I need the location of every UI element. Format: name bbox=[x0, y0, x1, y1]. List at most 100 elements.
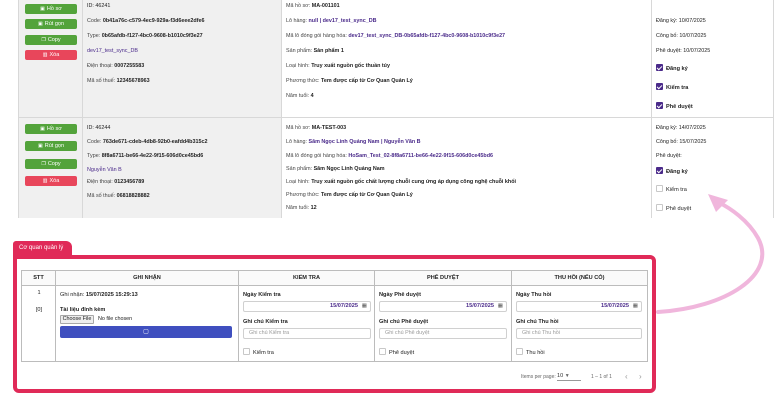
copy-button[interactable]: ❐ Copy bbox=[25, 35, 77, 45]
rut-gon-button[interactable]: ▣ Rút gọn bbox=[25, 141, 77, 151]
ho-so-button[interactable]: ▣ Hồ sơ bbox=[25, 4, 77, 14]
calendar-icon[interactable]: ▦ bbox=[633, 302, 638, 311]
dang-ky-checkbox[interactable]: Đăng ký bbox=[656, 167, 688, 175]
header-phe-duyet: PHÊ DUYỆT bbox=[375, 271, 512, 286]
chevron-down-icon: ▼ bbox=[564, 373, 570, 379]
record-owner[interactable]: dev17_test_sync_DB bbox=[87, 48, 138, 54]
san-pham: Sản phẩm: Sâm Ngọc Linh Quảng Nam bbox=[286, 166, 385, 172]
check-icon bbox=[656, 102, 663, 109]
copy-icon: ❐ bbox=[41, 161, 46, 167]
san-pham: Sản phẩm: Sản phẩm 1 bbox=[286, 48, 344, 54]
paginator: Items per page: 10 ▼ 1 – 1 of 1 ‹ › bbox=[21, 368, 648, 386]
kiem-tra-checkbox[interactable]: Kiểm tra bbox=[656, 83, 688, 91]
ngay-cong-bo: Công bố: 10/07/2025 bbox=[656, 33, 707, 39]
ngay-dang-ky: Đăng ký: 14/07/2025 bbox=[656, 125, 706, 131]
record-type: Type: 8f8a6711-be66-4e22-9f15-606d0ce45b… bbox=[87, 153, 204, 159]
co-quan-quan-ly-tab[interactable]: Cơ quan quản lý bbox=[13, 241, 73, 256]
check-icon bbox=[656, 83, 663, 90]
prev-page-button[interactable]: ‹ bbox=[625, 372, 628, 381]
ngay-phe-duyet: Phê duyệt: bbox=[656, 153, 682, 159]
ngay-phe-duyet: Phê duyệt: 10/07/2025 bbox=[656, 48, 711, 54]
table-row: ▣ Hồ sơ ▣ Rút gọn ❐ Copy ▥ Xóa ID: 46241 Cod… bbox=[19, 0, 773, 118]
calendar-icon[interactable]: ▦ bbox=[362, 302, 367, 311]
approval-table: STT GHI NHẬN KIỂM TRA PHÊ DUYỆT THU HỒI … bbox=[21, 270, 648, 362]
delete-button[interactable]: ▥ Xóa bbox=[25, 176, 77, 186]
header-stt: STT bbox=[22, 271, 56, 286]
nam-tuoi: Năm tuổi: 4 bbox=[286, 93, 314, 99]
ma-ho-so: Mã hồ sơ: MA-TEST-003 bbox=[286, 125, 347, 131]
check-icon bbox=[656, 64, 663, 71]
actions-cell: ▣ Hồ sơ ▣ Rút gọn ❐ Copy ▥ Xóa bbox=[19, 0, 83, 117]
collapse-icon: ▣ bbox=[38, 143, 43, 149]
items-per-page-label: Items per page: bbox=[521, 374, 556, 380]
ghi-chu-thu-hoi-label: Ghi chú Thu hồi bbox=[516, 319, 559, 325]
ngay-dang-ky: Đăng ký: 10/07/2025 bbox=[656, 18, 706, 24]
ghi-chu-kiem-tra-label: Ghi chú Kiểm tra bbox=[243, 319, 288, 325]
kiem-tra-checkbox[interactable]: Kiểm tra bbox=[243, 348, 274, 356]
lo-hang: Lô hàng: Sâm Ngọc Linh Quảng Nam | Nguyễ… bbox=[286, 139, 421, 145]
stt-cell: 1 [0] bbox=[22, 286, 56, 361]
status-cell: Đăng ký: 10/07/2025 Công bố: 10/07/2025 … bbox=[652, 0, 773, 117]
nam-tuoi: Năm tuổi: 12 bbox=[286, 205, 317, 211]
kiem-tra-cell: Ngày Kiểm tra 15/07/2025 ▦ Ghi chú Kiểm t… bbox=[239, 286, 375, 361]
header-ghi-nhan: GHI NHẬN bbox=[56, 271, 239, 286]
phuong-thuc: Phương thức: Tem được cấp từ Cơ Quan Quả… bbox=[286, 78, 413, 84]
ma-lo: Mã lô đóng gói hàng hóa: dev17_test_sync… bbox=[286, 33, 506, 39]
loai-hinh: Loại hình: Truy xuất nguồn gốc thuần túy bbox=[286, 63, 390, 69]
record-type: Type: 0b65afdb-f127-4bc0-9608-b1010c9f3e… bbox=[87, 33, 203, 39]
items-per-page-select[interactable]: 10 ▼ bbox=[557, 371, 581, 381]
ghi-nhan-time: Ghi nhận: 15/07/2025 15:29:13 bbox=[60, 292, 138, 298]
ghi-nhan-cell: Ghi nhận: 15/07/2025 15:29:13 Tài liệu đ… bbox=[56, 286, 239, 361]
calendar-icon[interactable]: ▦ bbox=[498, 302, 503, 311]
trash-icon: ▥ bbox=[42, 52, 48, 58]
upload-button[interactable]: ▢ bbox=[60, 326, 232, 338]
loai-hinh: Loại hình: Truy xuất nguồn gốc chất lượn… bbox=[286, 179, 516, 185]
ngay-kiem-tra-input[interactable]: 15/07/2025 ▦ bbox=[243, 301, 371, 312]
choose-file-button[interactable]: Choose File bbox=[60, 315, 94, 324]
ghi-chu-thu-hoi-input[interactable]: Ghi chú Thu hồi bbox=[516, 328, 642, 339]
folder-icon: ▣ bbox=[40, 126, 45, 132]
lo-hang: Lô hàng: null | dev17_test_sync_DB bbox=[286, 18, 377, 24]
tai-lieu-label: Tài liệu đính kèm bbox=[60, 307, 106, 313]
record-owner[interactable]: Nguyễn Văn B bbox=[87, 167, 122, 173]
next-page-button[interactable]: › bbox=[639, 372, 642, 381]
document-icon: ▢ bbox=[143, 329, 149, 335]
checkbox-empty-icon bbox=[379, 348, 386, 355]
detail-cell: Mã hồ sơ: MA-001101 Lô hàng: null | dev1… bbox=[282, 0, 652, 117]
ma-lo: Mã lô đóng gói hàng hóa: HoSam_Test_02-8… bbox=[286, 153, 493, 159]
record-phone: Điện thoại: 0123456789 bbox=[87, 179, 145, 185]
phe-duyet-cell: Ngày Phê duyệt 15/07/2025 ▦ Ghi chú Phê d… bbox=[375, 286, 512, 361]
detail-cell: Mã hồ sơ: MA-TEST-003 Lô hàng: Sâm Ngọc … bbox=[282, 118, 652, 218]
ghi-chu-phe-duyet-label: Ghi chú Phê duyệt bbox=[379, 319, 429, 325]
actions-cell: ▣ Hồ sơ ▣ Rút gọn ❐ Copy ▥ Xóa bbox=[19, 118, 83, 218]
ghi-chu-kiem-tra-input[interactable]: Ghi chú Kiểm tra bbox=[243, 328, 371, 339]
thu-hoi-cell: Ngày Thu hồi 15/07/2025 ▦ Ghi chú Thu hồi… bbox=[512, 286, 647, 361]
folder-icon: ▣ bbox=[40, 6, 45, 12]
rut-gon-button[interactable]: ▣ Rút gọn bbox=[25, 19, 77, 29]
record-tax: Mã số thuế: 12345678963 bbox=[87, 78, 150, 84]
checkbox-empty-icon bbox=[243, 348, 250, 355]
phe-duyet-checkbox[interactable]: Phê duyệt bbox=[656, 102, 693, 110]
phuong-thuc: Phương thức: Tem được cấp từ Cơ Quan Quả… bbox=[286, 192, 413, 198]
thu-hoi-checkbox[interactable]: Thu hồi bbox=[516, 348, 545, 356]
co-quan-quan-ly-panel: STT GHI NHẬN KIỂM TRA PHÊ DUYỆT THU HỒI … bbox=[13, 255, 656, 393]
info-cell: ID: 46244 Code: 763de671-cdeb-4db8-92b0-… bbox=[83, 118, 282, 218]
ngay-cong-bo: Công bố: 15/07/2025 bbox=[656, 139, 707, 145]
phe-duyet-checkbox[interactable]: Phê duyệt bbox=[379, 348, 414, 356]
record-id: ID: 46241 bbox=[87, 3, 111, 9]
ngay-phe-duyet-label: Ngày Phê duyệt bbox=[379, 292, 421, 298]
header-thu-hoi: THU HỒI (NẾU CÓ) bbox=[512, 271, 647, 286]
ghi-chu-phe-duyet-input[interactable]: Ghi chú Phê duyệt bbox=[379, 328, 507, 339]
copy-button[interactable]: ❐ Copy bbox=[25, 159, 77, 169]
collapse-icon: ▣ bbox=[38, 21, 43, 27]
ngay-phe-duyet-input[interactable]: 15/07/2025 ▦ bbox=[379, 301, 507, 312]
dang-ky-checkbox[interactable]: Đăng ký bbox=[656, 64, 688, 72]
ngay-thu-hoi-input[interactable]: 15/07/2025 ▦ bbox=[516, 301, 642, 312]
record-tax: Mã số thuế: 06818828882 bbox=[87, 193, 150, 199]
no-file-text: No file chosen bbox=[98, 316, 133, 322]
records-table: ▣ Hồ sơ ▣ Rút gọn ❐ Copy ▥ Xóa ID: 46241 Cod… bbox=[18, 0, 774, 218]
curved-arrow-icon bbox=[656, 194, 765, 314]
delete-button[interactable]: ▥ Xóa bbox=[25, 50, 77, 60]
ho-so-button[interactable]: ▣ Hồ sơ bbox=[25, 124, 77, 134]
ngay-kiem-tra-label: Ngày Kiểm tra bbox=[243, 292, 281, 298]
